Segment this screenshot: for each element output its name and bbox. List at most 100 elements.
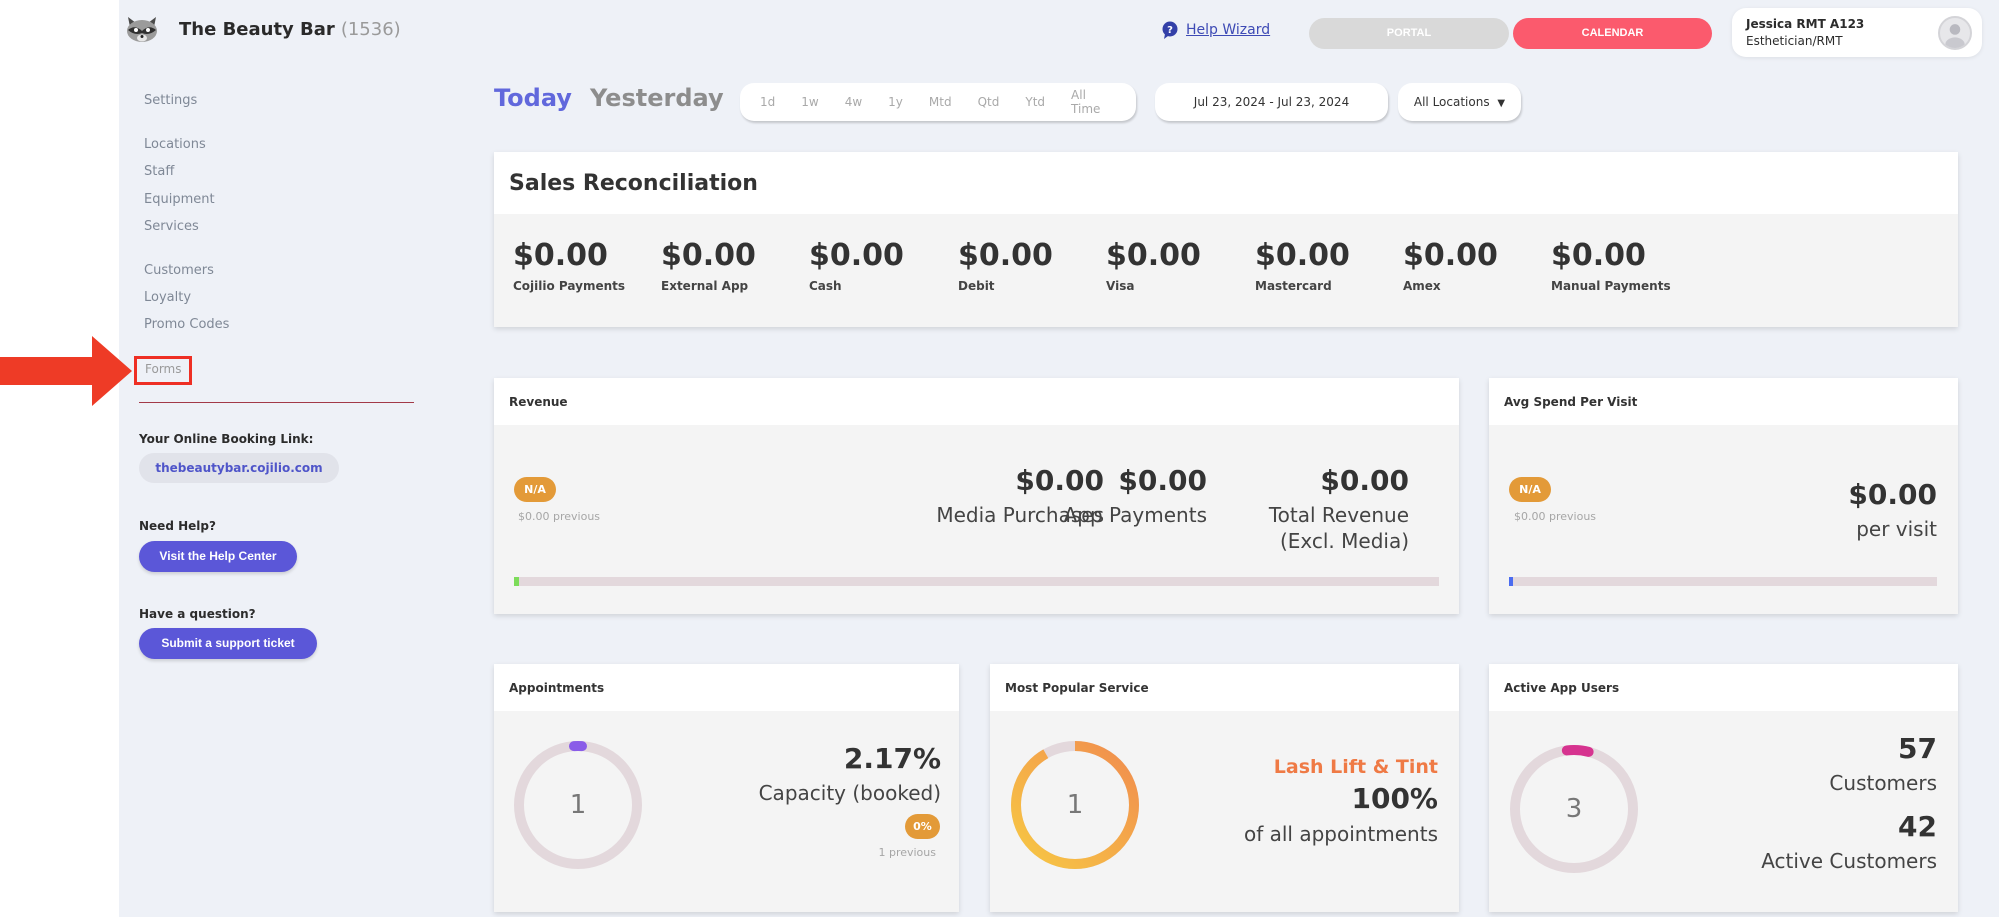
capacity-label: Capacity (booked) — [758, 781, 941, 805]
appointments-change-badge: 0% — [905, 814, 940, 839]
active-app-users-card: Active App Users 3 57 Customers 42 Activ… — [1489, 664, 1958, 912]
avatar[interactable] — [1938, 16, 1972, 50]
payment-label: Mastercard — [1255, 279, 1332, 293]
need-help-heading: Need Help? — [139, 519, 216, 533]
help-center-button[interactable]: Visit the Help Center — [139, 541, 297, 572]
range-1y[interactable]: 1y — [888, 95, 903, 109]
location-select-label: All Locations — [1413, 95, 1490, 109]
range-4w[interactable]: 4w — [845, 95, 862, 109]
help-wizard-link[interactable]: Help Wizard — [1186, 22, 1270, 38]
location-select[interactable]: All Locations ▼ — [1398, 83, 1521, 121]
range-ytd[interactable]: Ytd — [1025, 95, 1045, 109]
total-revenue-label: Total Revenue — [1268, 503, 1409, 527]
question-heading: Have a question? — [139, 607, 256, 621]
range-all-time[interactable]: All Time — [1071, 88, 1110, 116]
active-customers-label: Active Customers — [1761, 849, 1937, 873]
payment-label: Visa — [1106, 279, 1135, 293]
avg-spend-progress-bar — [1509, 577, 1937, 586]
sidebar-item-loyalty[interactable]: Loyalty — [144, 290, 191, 305]
support-ticket-button[interactable]: Submit a support ticket — [139, 628, 317, 659]
user-role: Esthetician/RMT — [1746, 34, 1843, 48]
range-selector: 1d 1w 4w 1y Mtd Qtd Ytd All Time — [740, 83, 1136, 121]
popular-service-label: of all appointments — [1243, 822, 1438, 846]
tab-today[interactable]: Today — [494, 84, 572, 112]
sidebar-divider — [139, 402, 414, 403]
avg-spend-card: Avg Spend Per Visit N/A $0.00 previous $… — [1489, 378, 1958, 614]
payment-amount: $0.00 — [1106, 238, 1201, 273]
booking-link-heading: Your Online Booking Link: — [139, 432, 314, 446]
user-avatar-icon — [1945, 24, 1965, 48]
payment-cojilio: $0.00 Cojilio Payments — [513, 238, 625, 293]
range-mtd[interactable]: Mtd — [929, 95, 952, 109]
capacity-percent: 2.17% — [843, 742, 941, 775]
booking-link[interactable]: thebeautybar.cojilio.com — [139, 453, 339, 483]
calendar-button[interactable]: CALENDAR — [1513, 18, 1712, 49]
payment-external-app: $0.00 External App — [661, 238, 756, 293]
payment-amount: $0.00 — [661, 238, 756, 273]
sidebar-item-customers[interactable]: Customers — [144, 263, 214, 278]
avg-spend-unit: per visit — [1856, 517, 1937, 541]
avg-spend-amount: $0.00 — [1848, 478, 1937, 511]
payment-mastercard: $0.00 Mastercard — [1255, 238, 1350, 293]
payment-amount: $0.00 — [809, 238, 904, 273]
payment-label: Cojilio Payments — [513, 279, 626, 293]
total-revenue-amount: $0.00 — [1320, 464, 1409, 497]
payment-debit: $0.00 Debit — [958, 238, 1053, 293]
sidebar-item-locations[interactable]: Locations — [144, 137, 206, 152]
customers-count: 57 — [1898, 732, 1937, 765]
payment-label: Manual Payments — [1551, 279, 1671, 293]
revenue-progress-fill — [514, 577, 519, 586]
user-menu[interactable]: Jessica RMT A123 Esthetician/RMT — [1732, 8, 1982, 57]
revenue-card: Revenue N/A $0.00 previous $0.00 Media P… — [494, 378, 1459, 614]
active-customers-count: 42 — [1898, 810, 1937, 843]
business-name: The Beauty Bar — [179, 18, 335, 40]
payment-label: Amex — [1403, 279, 1441, 293]
popular-service-name: Lash Lift & Tint — [1273, 756, 1438, 778]
total-revenue-sublabel: (Excl. Media) — [1279, 529, 1409, 553]
range-1d[interactable]: 1d — [760, 95, 775, 109]
sidebar-item-services[interactable]: Services — [144, 219, 199, 234]
appointments-card: Appointments 1 2.17% Capacity (booked) 0… — [494, 664, 959, 912]
avg-spend-title: Avg Spend Per Visit — [1489, 378, 1958, 425]
popular-service-title: Most Popular Service — [990, 664, 1459, 711]
appointments-previous: 1 previous — [878, 846, 936, 859]
range-qtd[interactable]: Qtd — [978, 95, 1000, 109]
payment-manual: $0.00 Manual Payments — [1551, 238, 1671, 293]
sidebar-item-equipment[interactable]: Equipment — [144, 192, 215, 207]
customers-label: Customers — [1829, 771, 1937, 795]
portal-button[interactable]: PORTAL — [1309, 18, 1509, 49]
help-wizard[interactable]: ? Help Wizard — [1162, 21, 1270, 39]
appointments-title: Appointments — [494, 664, 959, 711]
svg-text:?: ? — [1167, 25, 1173, 36]
payment-label: Cash — [809, 279, 842, 293]
sales-reconciliation-title: Sales Reconciliation — [494, 152, 1958, 214]
active-app-users-title: Active App Users — [1489, 664, 1958, 711]
payment-amount: $0.00 — [1403, 238, 1498, 273]
brand: The Beauty Bar (1536) — [125, 14, 401, 44]
sidebar-item-forms[interactable]: Forms — [145, 362, 181, 376]
avg-spend-progress-fill — [1509, 577, 1513, 586]
help-bubble-icon: ? — [1162, 21, 1178, 39]
revenue-title: Revenue — [494, 378, 1459, 425]
user-name: Jessica RMT A123 — [1746, 17, 1865, 31]
popular-service-percent: 100% — [1351, 782, 1438, 815]
payment-label: External App — [661, 279, 749, 293]
payment-cash: $0.00 Cash — [809, 238, 904, 293]
tab-yesterday[interactable]: Yesterday — [590, 84, 724, 112]
date-range-picker[interactable]: Jul 23, 2024 - Jul 23, 2024 — [1155, 83, 1388, 121]
chevron-down-icon: ▼ — [1497, 98, 1506, 109]
red-arrow-icon — [0, 336, 132, 406]
sidebar-item-promo-codes[interactable]: Promo Codes — [144, 317, 229, 332]
payment-amount: $0.00 — [958, 238, 1053, 273]
revenue-progress-bar — [514, 577, 1439, 586]
sidebar-item-staff[interactable]: Staff — [144, 164, 174, 179]
payment-label: Debit — [958, 279, 995, 293]
payment-amount: $0.00 — [513, 238, 608, 273]
sidebar-item-settings[interactable]: Settings — [144, 93, 197, 108]
payment-amount: $0.00 — [1551, 238, 1646, 273]
range-1w[interactable]: 1w — [801, 95, 818, 109]
business-count: (1536) — [340, 18, 401, 40]
sales-reconciliation-card: Sales Reconciliation $0.00 Cojilio Payme… — [494, 152, 1958, 327]
raccoon-logo-icon — [127, 17, 157, 42]
payment-visa: $0.00 Visa — [1106, 238, 1201, 293]
